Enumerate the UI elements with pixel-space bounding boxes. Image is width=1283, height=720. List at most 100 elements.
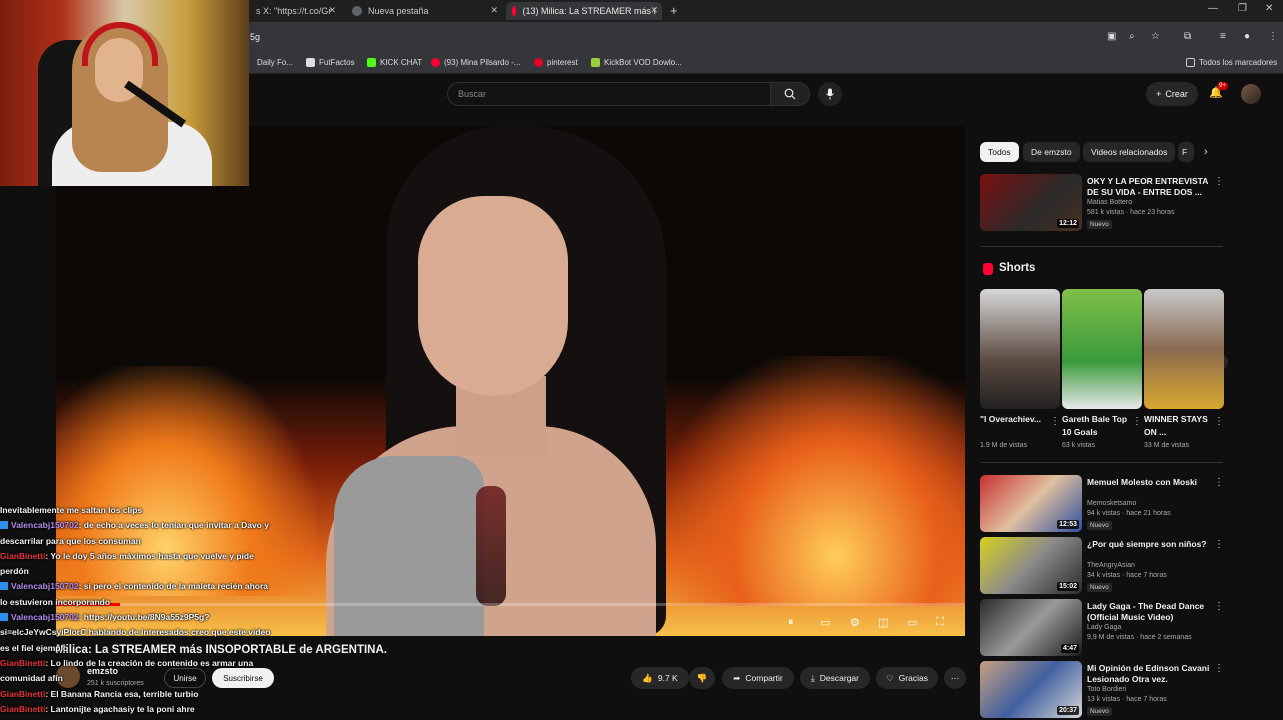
channel-name[interactable]: Toto Bordieri	[1087, 686, 1126, 693]
short-title[interactable]: "I Overachiev...	[980, 413, 1050, 426]
star-icon[interactable]: ☆	[1151, 31, 1160, 42]
bookmark-label: Daily Fo...	[257, 58, 294, 67]
chat-message: descarrilar para que los consuman	[0, 534, 300, 549]
dislike-button[interactable]: 👎	[689, 667, 715, 689]
settings-icon[interactable]: ⚙	[850, 616, 860, 629]
recommended-video[interactable]: 20:37 Mi Opinión de Edinson Cavani Lesion…	[980, 661, 1225, 719]
more-options-icon[interactable]: ⋮	[1050, 416, 1060, 427]
video-title[interactable]: Lady Gaga - The Dead Dance (Official Mus…	[1087, 601, 1212, 623]
bookmark-kick-chat[interactable]: KICK CHAT	[367, 58, 422, 67]
short-thumbnail[interactable]	[1062, 289, 1142, 409]
chip-videos-relacionados[interactable]: Videos relacionados	[1083, 142, 1176, 162]
cast-icon[interactable]: ▣	[1107, 31, 1116, 42]
chat-text: si=elcJeYwCsyiPlorC hablando de interesa…	[0, 627, 271, 638]
bookmark-kickbot[interactable]: KickBot VOD Dowlo...	[591, 58, 682, 67]
tab-youtube[interactable]: (13) Milica: La STREAMER más I ✕	[506, 2, 662, 20]
bookmark-futfactos[interactable]: FutFactos	[306, 58, 355, 67]
menu-icon[interactable]: ⋮	[1268, 31, 1278, 42]
video-duration: 12:12	[1057, 219, 1079, 228]
tab-label: (13) Milica: La STREAMER más I	[522, 6, 656, 16]
chip-de-emzsto[interactable]: De emzsto	[1023, 142, 1080, 162]
url-field[interactable]: 5g	[250, 32, 260, 42]
chip-more[interactable]: F	[1178, 142, 1194, 162]
autoplay-toggle[interactable]: ⏸	[788, 616, 794, 629]
download-button[interactable]: ⤓ Descargar	[800, 667, 870, 689]
avatar[interactable]	[1241, 84, 1261, 104]
video-title[interactable]: Memuel Molesto con Moski	[1087, 477, 1212, 488]
short-thumbnail[interactable]	[980, 289, 1060, 409]
short-title[interactable]: WINNER STAYS ON ...	[1144, 413, 1214, 439]
video-title[interactable]: OKY Y LA PEOR ENTREVISTA DE SU VIDA - EN…	[1087, 176, 1212, 198]
more-button[interactable]: ⋯	[944, 667, 966, 689]
search-input[interactable]: Buscar	[447, 82, 771, 106]
create-button[interactable]: + Crear	[1146, 82, 1198, 106]
profile-icon[interactable]: ●	[1244, 31, 1250, 42]
channel-name[interactable]: TheAngryAsian	[1087, 562, 1135, 569]
more-options-icon[interactable]: ⋮	[1214, 176, 1224, 187]
bookmark-pinterest[interactable]: pinterest	[534, 58, 578, 67]
minimize-icon[interactable]: —	[1208, 3, 1218, 14]
new-badge: Nuevo	[1087, 583, 1112, 592]
recommended-video[interactable]: 12:12 OKY Y LA PEOR ENTREVISTA DE SU VIDA…	[980, 174, 1225, 232]
maximize-icon[interactable]: ❐	[1238, 3, 1247, 14]
chat-text: descarrilar para que los consuman	[0, 535, 141, 546]
more-options-icon[interactable]: ⋮	[1214, 477, 1224, 488]
new-tab-button[interactable]: +	[670, 3, 678, 18]
recommended-video[interactable]: 12:53 Memuel Molesto con Moski Memosketsam…	[980, 475, 1225, 533]
subtitles-icon[interactable]: ▭	[820, 616, 830, 629]
close-icon[interactable]: ✕	[490, 5, 498, 16]
chip-todos[interactable]: Todos	[980, 142, 1019, 162]
recommended-video[interactable]: 4:47 Lady Gaga - The Dead Dance (Official…	[980, 599, 1225, 657]
more-options-icon[interactable]: ⋮	[1214, 539, 1224, 550]
video-thumbnail[interactable]: 4:47	[980, 599, 1082, 656]
like-button[interactable]: 👍 9.7 K	[631, 667, 689, 689]
more-options-icon[interactable]: ⋮	[1132, 416, 1142, 427]
close-window-icon[interactable]: ✕	[1265, 3, 1273, 14]
chat-message: es el fiel ejemplo	[0, 641, 300, 656]
video-thumbnail[interactable]: 12:12	[980, 174, 1082, 231]
close-icon[interactable]: ✕	[650, 5, 658, 16]
mic-icon	[826, 88, 834, 100]
channel-name[interactable]: Matias Bottero	[1087, 199, 1132, 206]
fullscreen-icon[interactable]: ⛶	[936, 616, 944, 629]
close-icon[interactable]: ✕	[328, 5, 336, 16]
short-title[interactable]: Gareth Bale Top 10 Goals	[1062, 413, 1132, 439]
video-title[interactable]: Mi Opinión de Edinson Cavani Lesionado O…	[1087, 663, 1212, 685]
video-thumbnail[interactable]: 12:53	[980, 475, 1082, 532]
tab-nueva-pestana[interactable]: Nueva pestaña ✕	[346, 2, 502, 20]
more-options-icon[interactable]: ⋮	[1214, 601, 1224, 612]
video-duration: 4:47	[1060, 644, 1079, 653]
channel-name[interactable]: Lady Gaga	[1087, 624, 1121, 631]
more-options-icon[interactable]: ⋮	[1214, 416, 1224, 427]
chat-text: : Yo le doy 5 años máximos hasta que vue…	[45, 550, 254, 561]
mic-button[interactable]	[818, 82, 842, 106]
video-title[interactable]: ¿Por qué siempre son niños?	[1087, 539, 1212, 550]
theater-icon[interactable]: ▭	[907, 616, 917, 629]
chat-text: : Lo lindo de la creación de contenido e…	[45, 657, 254, 668]
channel-name[interactable]: Memosketsamo	[1087, 500, 1136, 507]
create-label: Crear	[1165, 89, 1188, 99]
search-button[interactable]	[770, 82, 810, 106]
tab-label: s X: "https://t.co/Gr	[256, 6, 332, 16]
chevron-right-icon[interactable]: ›	[1204, 146, 1208, 158]
extensions-icon[interactable]: ⧉	[1184, 31, 1191, 42]
recommended-video[interactable]: 15:02 ¿Por qué siempre son niños? TheAngry…	[980, 537, 1225, 595]
video-thumbnail[interactable]: 20:37	[980, 661, 1082, 718]
bookmark-all[interactable]: Todos los marcadores	[1186, 58, 1277, 67]
media-icon[interactable]: ≡	[1220, 31, 1226, 42]
miniplayer-icon[interactable]: ◫	[878, 616, 888, 629]
chat-username: GianBinetti	[0, 703, 46, 714]
thanks-button[interactable]: ♡ Gracias	[876, 667, 938, 689]
bookmark-mina[interactable]: (93) Mina Pilsardo -...	[431, 58, 520, 67]
tab-x[interactable]: s X: "https://t.co/Gr ✕	[250, 2, 340, 20]
chat-text: : si pero el contenido de la maleta reci…	[78, 581, 269, 592]
chat-username: Valencabj150702	[11, 520, 79, 531]
share-button[interactable]: ➦ Compartir	[722, 667, 794, 689]
short-thumbnail[interactable]	[1144, 289, 1224, 409]
more-options-icon[interactable]: ⋮	[1214, 663, 1224, 674]
bookmark-daily[interactable]: Daily Fo...	[257, 58, 293, 67]
heart-dollar-icon: ♡	[886, 672, 894, 683]
video-thumbnail[interactable]: 15:02	[980, 537, 1082, 594]
zoom-icon[interactable]: ⌕	[1129, 31, 1135, 42]
chat-username: GianBinetti	[0, 550, 46, 561]
